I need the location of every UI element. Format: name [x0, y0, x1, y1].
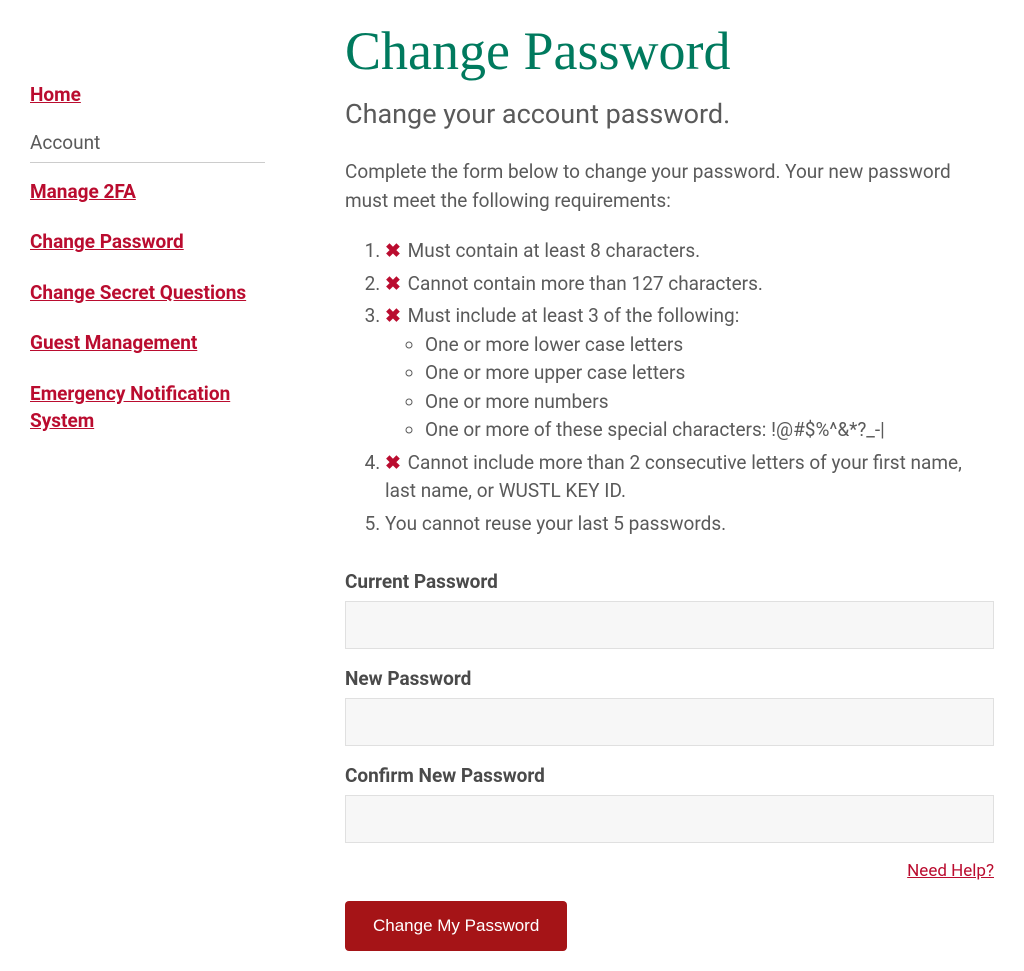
sidebar-link-emergency-notification[interactable]: Emergency Notification System	[30, 369, 265, 446]
sidebar-link-manage-2fa[interactable]: Manage 2FA	[30, 167, 265, 218]
page-title: Change Password	[345, 20, 994, 82]
requirement-subitem: One or more numbers	[425, 388, 994, 417]
requirement-subitem: One or more lower case letters	[425, 331, 994, 360]
main-content: Change Password Change your account pass…	[345, 20, 994, 951]
sidebar-link-change-secret-questions[interactable]: Change Secret Questions	[30, 268, 265, 319]
x-mark-icon: ✖	[385, 237, 401, 266]
requirement-item: ✖ Must include at least 3 of the followi…	[385, 300, 994, 447]
requirement-item: ✖ Cannot include more than 2 consecutive…	[385, 447, 994, 508]
need-help-link[interactable]: Need Help?	[345, 861, 994, 881]
requirement-subitem: One or more upper case letters	[425, 359, 994, 388]
sidebar-link-guest-management[interactable]: Guest Management	[30, 318, 265, 369]
new-password-input[interactable]	[345, 698, 994, 746]
requirement-item: ✖ Must contain at least 8 characters.	[385, 235, 994, 268]
form-group-new-password: New Password	[345, 667, 994, 746]
requirement-text: Cannot include more than 2 consecutive l…	[385, 451, 962, 503]
sidebar: Home Account Manage 2FA Change Password …	[30, 20, 265, 951]
current-password-input[interactable]	[345, 601, 994, 649]
x-mark-icon: ✖	[385, 270, 401, 299]
requirement-text: Must include at least 3 of the following…	[408, 304, 740, 327]
requirement-sublist: One or more lower case letters One or mo…	[385, 331, 994, 445]
requirement-text: Cannot contain more than 127 characters.	[408, 272, 763, 295]
instructions-text: Complete the form below to change your p…	[345, 158, 994, 215]
confirm-password-label: Confirm New Password	[345, 764, 994, 787]
change-password-button[interactable]: Change My Password	[345, 901, 567, 951]
requirement-text: You cannot reuse your last 5 passwords.	[385, 512, 726, 535]
new-password-label: New Password	[345, 667, 994, 690]
x-mark-icon: ✖	[385, 449, 401, 478]
sidebar-link-change-password[interactable]: Change Password	[30, 217, 265, 268]
form-group-current-password: Current Password	[345, 570, 994, 649]
sidebar-section-label: Account	[30, 121, 265, 163]
form-group-confirm-password: Confirm New Password	[345, 764, 994, 843]
requirement-text: Must contain at least 8 characters.	[408, 239, 701, 262]
requirement-item: You cannot reuse your last 5 passwords.	[385, 508, 994, 541]
confirm-password-input[interactable]	[345, 795, 994, 843]
requirement-item: ✖ Cannot contain more than 127 character…	[385, 268, 994, 301]
current-password-label: Current Password	[345, 570, 994, 593]
requirements-list: ✖ Must contain at least 8 characters. ✖ …	[345, 235, 994, 540]
requirement-subitem: One or more of these special characters:…	[425, 416, 994, 445]
page-subtitle: Change your account password.	[345, 98, 994, 130]
x-mark-icon: ✖	[385, 302, 401, 331]
sidebar-link-home[interactable]: Home	[30, 70, 265, 121]
